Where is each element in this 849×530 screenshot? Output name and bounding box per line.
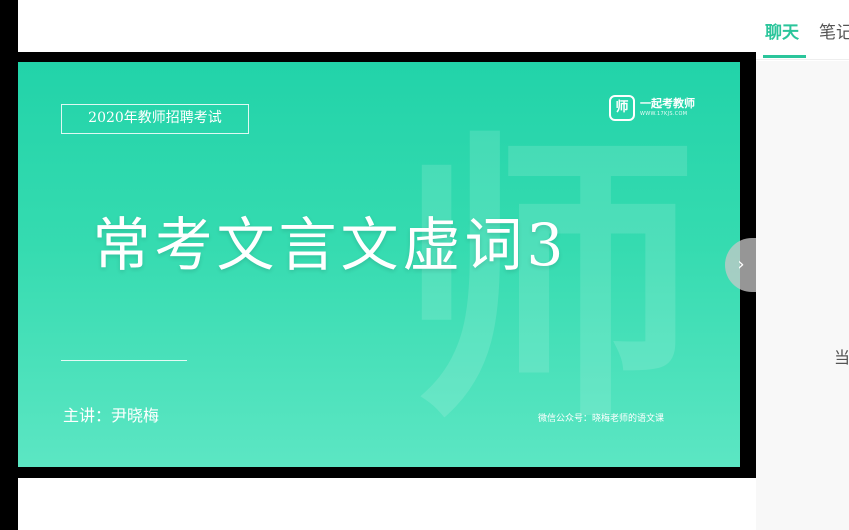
slide-title: 常考文言文虚词3 [92, 211, 568, 279]
brand-url: WWW.17KJS.COM [640, 111, 688, 117]
speaker-label: 主讲：尹晓梅 [63, 406, 160, 425]
wechat-note: 微信公众号：晓梅老师的语文课 [538, 414, 665, 424]
tab-chat[interactable]: 聊天 [765, 18, 799, 43]
brand-name: 一起考教师 [640, 97, 695, 110]
chat-hint-text: 当 [834, 348, 849, 367]
watermark-glyph: 师 [398, 105, 698, 458]
brand-logo-icon: 师 [609, 95, 635, 121]
slide-divider [61, 360, 187, 361]
video-player[interactable]: 师 2020年教师招聘考试 师 一起考教师 WWW.17KJS.COM 常考文言… [18, 62, 740, 467]
brand: 师 一起考教师 WWW.17KJS.COM [609, 94, 719, 126]
exam-tag: 2020年教师招聘考试 [61, 104, 249, 134]
side-panel: 聊天 笔记 当 [756, 0, 849, 530]
tab-active-indicator [763, 55, 806, 58]
side-tabs: 聊天 笔记 [756, 0, 849, 60]
tab-notes[interactable]: 笔记 [819, 18, 849, 43]
player-bottom-bar [18, 478, 756, 530]
chat-area: 当 [756, 61, 849, 530]
player-top-bar [18, 0, 756, 52]
